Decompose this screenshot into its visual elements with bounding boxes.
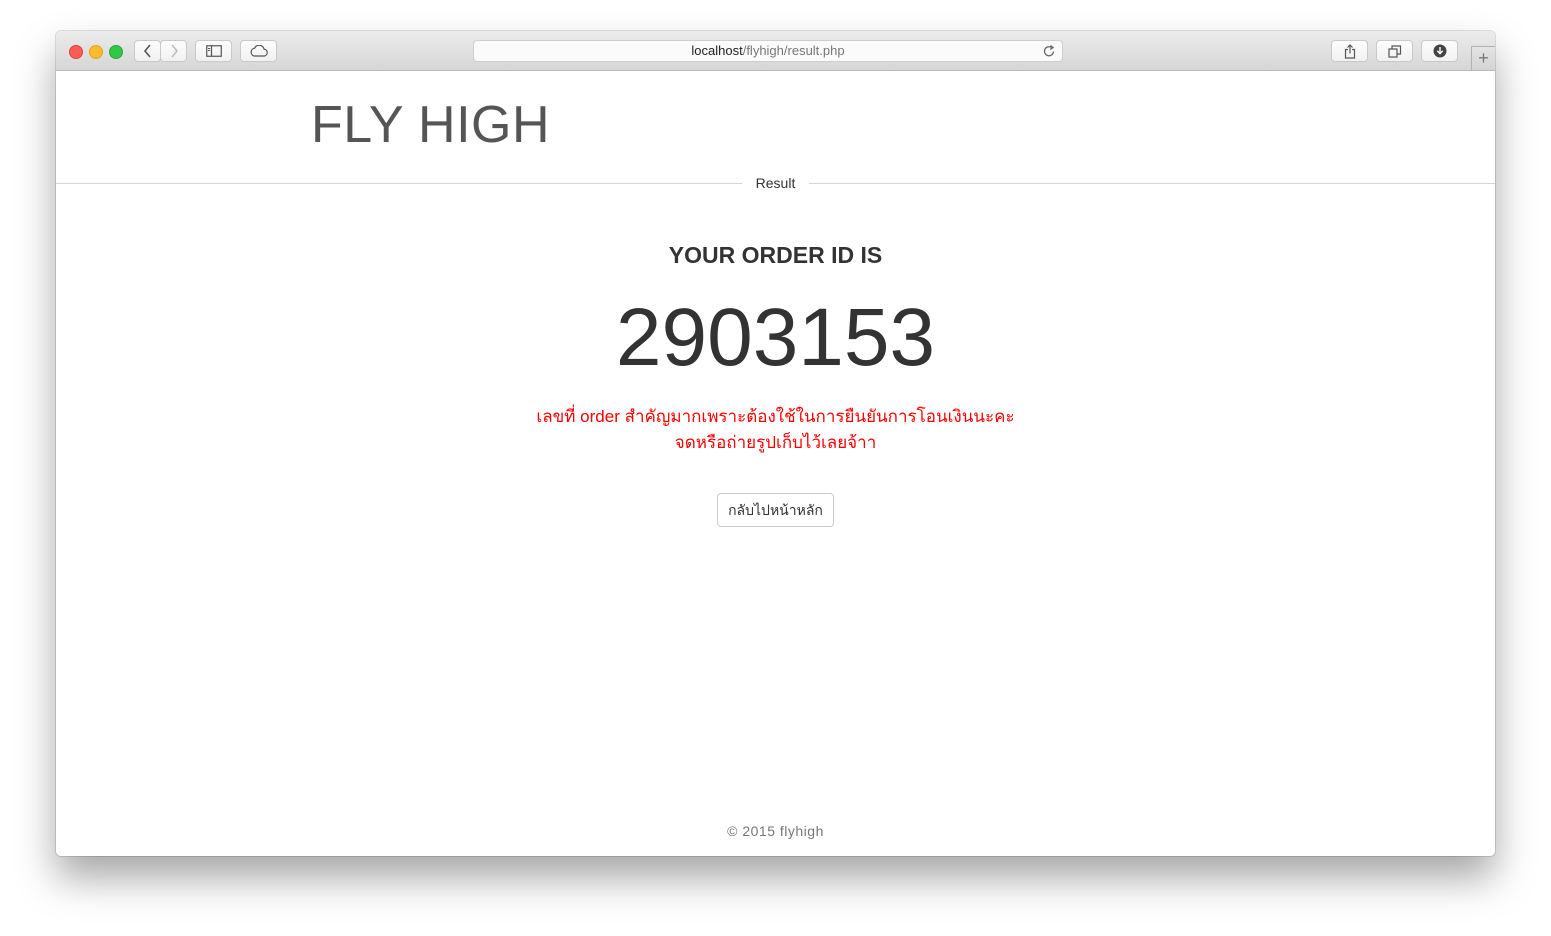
share-icon — [1344, 43, 1355, 59]
back-to-home-button[interactable]: กลับไปหน้าหลัก — [717, 493, 834, 527]
sidebar-icon — [205, 45, 222, 57]
download-icon — [1433, 44, 1446, 58]
url-host: localhost — [691, 43, 743, 58]
forward-button[interactable] — [160, 40, 187, 62]
back-button[interactable] — [134, 40, 161, 62]
browser-toolbar: localhost/flyhigh/result.php + — [56, 31, 1495, 71]
close-window-button[interactable] — [69, 45, 83, 59]
order-notice-line-1: เลขที่ order สำคัญมากเพราะต้องใช้ในการยื… — [536, 407, 1015, 426]
plus-icon: + — [1478, 48, 1489, 68]
new-tab-button[interactable]: + — [1471, 46, 1495, 70]
order-notice-line-2: จดหรือถ่ายรูปเก็บไว้เลยจ้าา — [674, 433, 877, 452]
zoom-window-button[interactable] — [109, 45, 123, 59]
cloud-icon — [250, 45, 268, 57]
url-path: /flyhigh/result.php — [742, 43, 845, 58]
order-id: 2903153 — [615, 292, 936, 383]
tab-overview-button[interactable] — [1376, 40, 1413, 62]
order-notice: เลขที่ order สำคัญมากเพราะต้องใช้ในการยื… — [56, 404, 1495, 456]
site-brand[interactable]: FLY HIGH — [311, 95, 550, 155]
downloads-button[interactable] — [1421, 40, 1458, 62]
browser-window: localhost/flyhigh/result.php + FLY HIGH … — [56, 31, 1495, 856]
icloud-tabs-button[interactable] — [240, 40, 277, 62]
sidebar-toggle-button[interactable] — [195, 40, 232, 62]
footer-copyright: © 2015 flyhigh — [727, 823, 824, 839]
reload-icon[interactable] — [1043, 44, 1056, 64]
address-bar[interactable]: localhost/flyhigh/result.php — [473, 40, 1063, 62]
page-content: FLY HIGH Result YOUR ORDER ID IS 2903153… — [56, 71, 1495, 856]
chevron-left-icon — [143, 44, 151, 58]
order-heading: YOUR ORDER ID IS — [668, 242, 883, 268]
minimize-window-button[interactable] — [89, 45, 103, 59]
section-label: Result — [741, 175, 810, 191]
tabs-icon — [1387, 44, 1401, 58]
share-button[interactable] — [1331, 40, 1368, 62]
chevron-right-icon — [170, 44, 178, 58]
